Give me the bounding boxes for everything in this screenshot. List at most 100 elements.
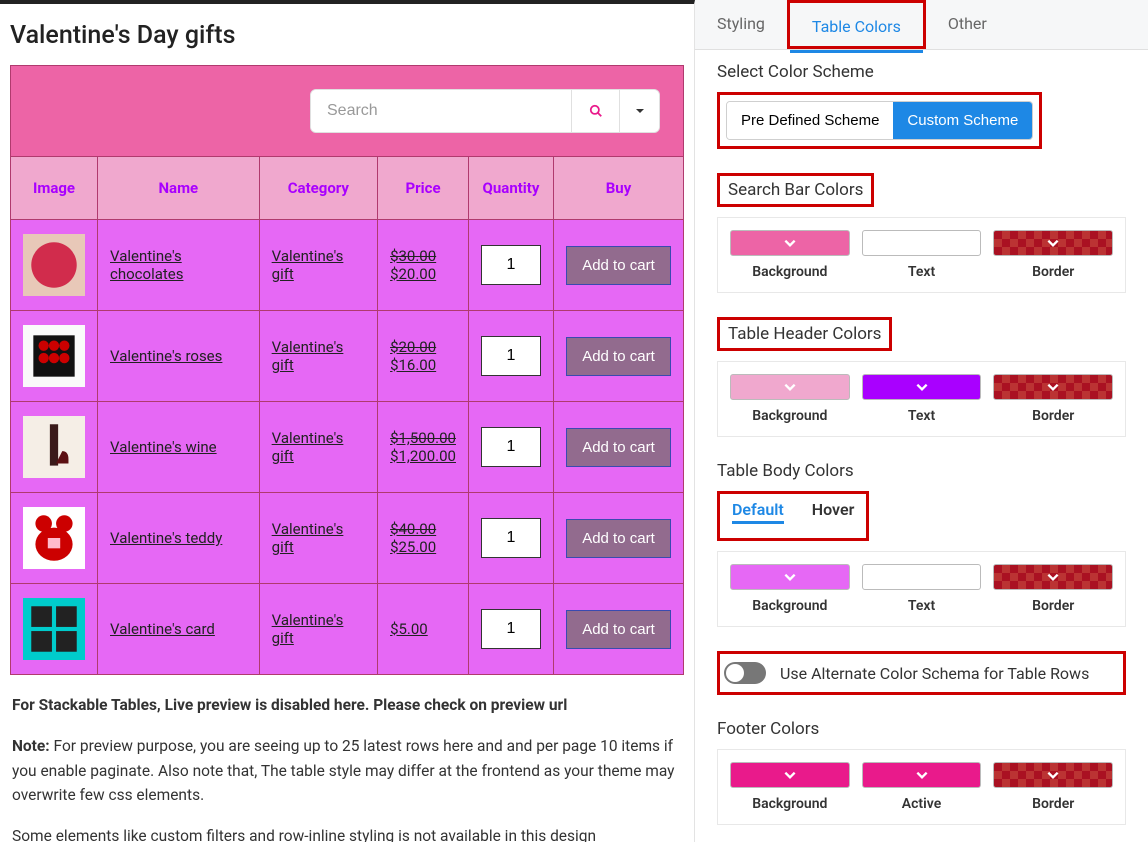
add-to-cart-button[interactable]: Add to cart [566, 519, 671, 558]
body-border-swatch[interactable] [993, 564, 1113, 590]
product-image[interactable] [23, 234, 85, 296]
price-old: $40.00 [390, 520, 456, 538]
header-bg-swatch[interactable] [730, 374, 850, 400]
product-image[interactable] [23, 598, 85, 660]
table-row: Valentine's wine Valentine's gift $1,500… [11, 402, 684, 493]
product-name-link[interactable]: Valentine's wine [110, 438, 217, 456]
caption-border: Border [993, 598, 1113, 614]
product-name-link[interactable]: Valentine's teddy [110, 529, 222, 547]
caption-border: Border [993, 264, 1113, 280]
price-new: $1,200.00 [390, 447, 456, 465]
product-category-link[interactable]: Valentine's gift [272, 429, 344, 465]
header-text-swatch[interactable] [862, 374, 982, 400]
tab-styling[interactable]: Styling [695, 0, 787, 49]
chevron-down-icon [783, 570, 797, 584]
chevron-down-icon [1046, 768, 1060, 782]
table-row: Valentine's chocolates Valentine's gift … [11, 220, 684, 311]
search-button[interactable] [571, 90, 619, 132]
tab-other[interactable]: Other [926, 0, 1009, 49]
note-filters: Some elements like custom filters and ro… [12, 824, 682, 842]
search-dropdown[interactable] [619, 90, 659, 132]
caption-border: Border [993, 796, 1113, 812]
footer-bg-swatch[interactable] [730, 762, 850, 788]
col-image[interactable]: Image [11, 157, 98, 220]
caption-text: Text [862, 264, 982, 280]
chevron-down-icon [783, 236, 797, 250]
product-image[interactable] [23, 325, 85, 387]
price-new: $25.00 [390, 538, 456, 556]
price-new: $20.00 [390, 265, 456, 283]
products-table: Image Name Category Price Quantity Buy V… [10, 156, 684, 675]
custom-scheme-button[interactable]: Custom Scheme [893, 102, 1032, 139]
caption-background: Background [730, 264, 850, 280]
note-preview: For preview purpose, you are seeing up t… [12, 737, 675, 805]
quantity-input[interactable] [481, 518, 541, 558]
footer-active-swatch[interactable] [862, 762, 982, 788]
col-buy[interactable]: Buy [553, 157, 683, 220]
quantity-input[interactable] [481, 336, 541, 376]
quantity-input[interactable] [481, 609, 541, 649]
caption-text: Text [862, 598, 982, 614]
search-box [310, 89, 660, 133]
price-old: $1,500.00 [390, 429, 456, 447]
table-row: Valentine's teddy Valentine's gift $40.0… [11, 493, 684, 584]
add-to-cart-button[interactable]: Add to cart [566, 428, 671, 467]
search-bg-swatch[interactable] [730, 230, 850, 256]
table-row: Valentine's card Valentine's gift $5.00 … [11, 584, 684, 675]
col-category[interactable]: Category [259, 157, 377, 220]
pre-defined-scheme-button[interactable]: Pre Defined Scheme [727, 102, 893, 139]
caption-background: Background [730, 408, 850, 424]
product-category-link[interactable]: Valentine's gift [272, 520, 344, 556]
search-icon [589, 104, 603, 118]
footer-colors-label: Footer Colors [717, 719, 819, 739]
table-row: Valentine's roses Valentine's gift $20.0… [11, 311, 684, 402]
chevron-down-icon [1046, 570, 1060, 584]
table-header-colors-label: Table Header Colors [717, 317, 892, 351]
add-to-cart-button[interactable]: Add to cart [566, 337, 671, 376]
chevron-down-icon [783, 380, 797, 394]
top-tabs: Styling Table Colors Other [695, 0, 1148, 50]
product-category-link[interactable]: Valentine's gift [272, 247, 344, 283]
search-input[interactable] [311, 90, 571, 132]
tab-table-colors[interactable]: Table Colors [790, 3, 923, 53]
body-bg-swatch[interactable] [730, 564, 850, 590]
caption-background: Background [730, 598, 850, 614]
caption-active: Active [862, 796, 982, 812]
col-price[interactable]: Price [378, 157, 469, 220]
product-image[interactable] [23, 507, 85, 569]
search-text-swatch[interactable] [862, 230, 982, 256]
quantity-input[interactable] [481, 427, 541, 467]
col-quantity[interactable]: Quantity [468, 157, 553, 220]
header-border-swatch[interactable] [993, 374, 1113, 400]
footer-border-swatch[interactable] [993, 762, 1113, 788]
caption-background: Background [730, 796, 850, 812]
quantity-input[interactable] [481, 245, 541, 285]
product-name-link[interactable]: Valentine's chocolates [110, 247, 183, 283]
page-title: Valentine's Day gifts [10, 4, 684, 65]
table-body-colors-label: Table Body Colors [717, 461, 854, 481]
search-border-swatch[interactable] [993, 230, 1113, 256]
sub-tab-hover[interactable]: Hover [812, 500, 855, 524]
alternate-rows-label: Use Alternate Color Schema for Table Row… [780, 664, 1089, 683]
caption-text: Text [862, 408, 982, 424]
chevron-down-icon [915, 768, 929, 782]
price-new: $16.00 [390, 356, 456, 374]
caption-border: Border [993, 408, 1113, 424]
add-to-cart-button[interactable]: Add to cart [566, 610, 671, 649]
notes-block: For Stackable Tables, Live preview is di… [10, 675, 684, 842]
price-new: $5.00 [390, 620, 456, 638]
sub-tab-default[interactable]: Default [732, 500, 784, 524]
alternate-rows-toggle[interactable] [724, 662, 766, 684]
search-bar [10, 65, 684, 156]
search-bar-colors-label: Search Bar Colors [717, 173, 874, 207]
product-name-link[interactable]: Valentine's roses [110, 347, 222, 365]
product-image[interactable] [23, 416, 85, 478]
product-name-link[interactable]: Valentine's card [110, 620, 215, 638]
chevron-down-icon [635, 106, 645, 116]
body-text-swatch[interactable] [862, 564, 982, 590]
product-category-link[interactable]: Valentine's gift [272, 611, 344, 647]
chevron-down-icon [1046, 236, 1060, 250]
col-name[interactable]: Name [98, 157, 260, 220]
product-category-link[interactable]: Valentine's gift [272, 338, 344, 374]
add-to-cart-button[interactable]: Add to cart [566, 246, 671, 285]
